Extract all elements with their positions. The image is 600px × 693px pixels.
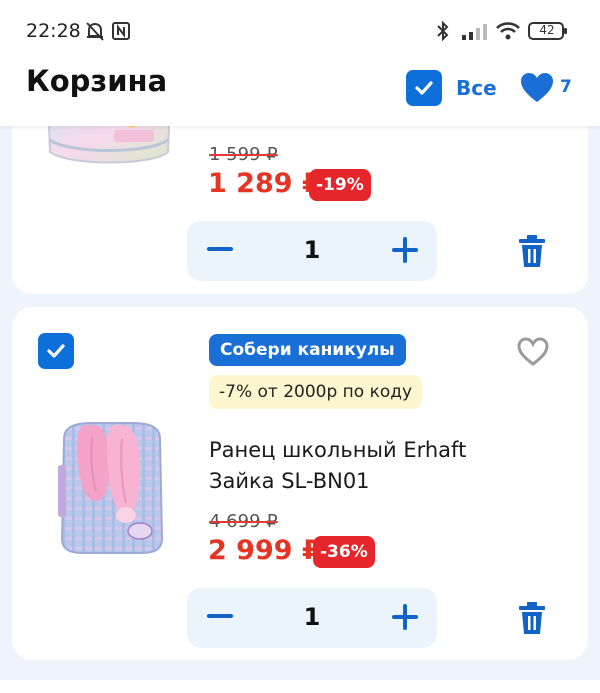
favorites-count[interactable]: 7 <box>560 77 572 97</box>
promo-code-label: -7% от 2000р по коду <box>209 375 423 409</box>
checkmark-icon <box>47 344 65 358</box>
discount-badge: -19% <box>309 169 371 201</box>
checkmark-icon <box>415 81 433 95</box>
signal-icon <box>460 20 490 42</box>
current-price: 1 289 ₽ <box>208 168 321 199</box>
quantity-stepper: 1 <box>187 221 437 281</box>
current-price: 2 999 ₽ <box>208 535 321 566</box>
quantity-stepper: 1 <box>187 588 437 648</box>
old-price: 4 699 ₽ <box>209 511 278 532</box>
wifi-icon <box>494 20 522 42</box>
bluetooth-icon <box>432 20 454 42</box>
status-time: 22:28 <box>26 20 81 42</box>
discount-badge: -36% <box>313 536 375 568</box>
select-all-checkbox[interactable] <box>406 70 442 106</box>
item-checkbox[interactable] <box>38 333 74 369</box>
cart-item: 1 599 ₽ 1 289 ₽ -19% 1 <box>12 100 588 294</box>
product-image[interactable] <box>52 417 172 557</box>
select-all-label[interactable]: Все <box>456 76 497 100</box>
cart-item: Собери каникулы -7% от 2000р по коду Ран… <box>12 307 588 660</box>
promo-badge[interactable]: Собери каникулы <box>209 334 406 366</box>
product-name[interactable]: Ранец школьный Erhaft Зайка SL-BN01 <box>209 435 509 497</box>
status-bar: 22:28 42 <box>0 0 600 62</box>
plus-icon[interactable] <box>392 237 418 263</box>
heart-outline-icon[interactable] <box>516 337 550 367</box>
battery-level: 42 <box>539 23 555 37</box>
trash-icon[interactable] <box>516 234 548 268</box>
app-header: Корзина Все 7 <box>0 62 600 126</box>
nfc-icon <box>111 20 131 42</box>
plus-icon[interactable] <box>392 604 418 630</box>
old-price: 1 599 ₽ <box>209 144 278 165</box>
bell-muted-icon <box>84 20 106 42</box>
page-title: Корзина <box>26 64 168 98</box>
favorites-heart-icon[interactable] <box>519 72 555 104</box>
next-card-edge <box>0 680 600 693</box>
trash-icon[interactable] <box>516 601 548 635</box>
